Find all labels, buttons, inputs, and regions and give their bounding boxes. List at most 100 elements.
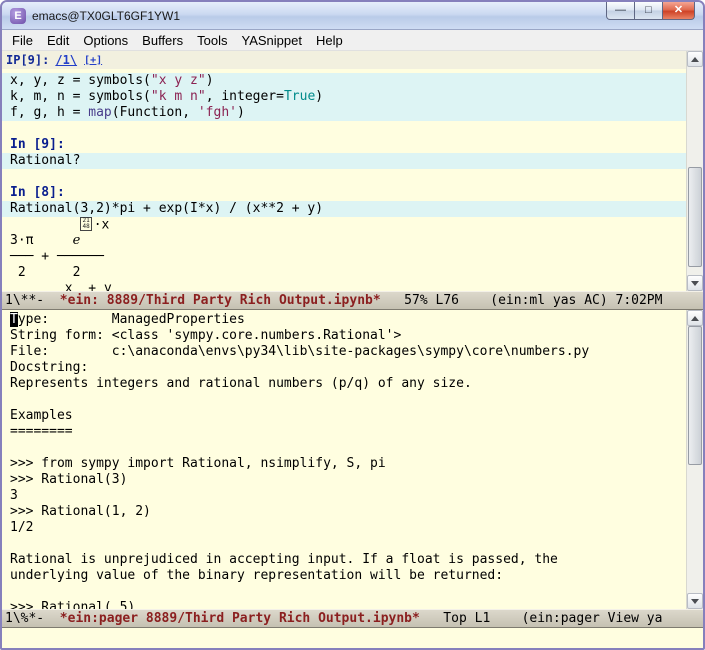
pager-line[interactable]: >>> Rational(3) [2, 472, 686, 488]
hexbox-row: 48 [82, 223, 90, 230]
text-run: x, y, z = symbols( [10, 73, 151, 88]
notebook-line[interactable]: In [8]: [2, 185, 686, 201]
text-run: 3 [10, 488, 18, 503]
notebook-scrollbar[interactable] [686, 51, 703, 291]
text-run: >>> Rational(3) [10, 472, 128, 487]
notebook-line[interactable] [2, 169, 686, 185]
scrollbar-track[interactable] [687, 67, 703, 275]
text-run: 1\%*- [5, 611, 60, 626]
notebook-line[interactable]: Rational? [2, 153, 686, 169]
notebook-buffer[interactable]: x, y, z = symbols("x y z") k, m, n = symb… [2, 69, 686, 291]
pager-line[interactable]: ======== [2, 424, 686, 440]
menu-item-help[interactable]: Help [309, 31, 350, 50]
pager-line[interactable]: >>> from sympy import Rational, nsimplif… [2, 456, 686, 472]
menu-bar: File Edit Options Buffers Tools YASnippet Help [2, 30, 703, 51]
pager-line[interactable]: Represents integers and rational numbers… [2, 376, 686, 392]
pager-line[interactable] [2, 440, 686, 456]
text-run: (Function, [111, 105, 198, 120]
pager-line[interactable] [2, 392, 686, 408]
worksheet-tab[interactable]: /1\ [55, 53, 77, 67]
notebook-line[interactable]: ─── + ────── [2, 249, 686, 265]
text-run: >>> from sympy import Rational, nsimplif… [10, 456, 386, 471]
maximize-button[interactable]: □ [634, 2, 663, 20]
new-worksheet-button[interactable]: [+] [84, 55, 102, 66]
arrow-down-icon [691, 598, 699, 604]
pager-line[interactable]: String form: <class 'sympy.core.numbers.… [2, 328, 686, 344]
text-run: "x y z" [150, 73, 206, 88]
pager-line[interactable]: 3 [2, 488, 686, 504]
notebook-line[interactable]: 3·π e [2, 233, 686, 249]
text-run: ======== [10, 424, 73, 439]
notebook-line[interactable]: 21 48 ·x [2, 217, 686, 233]
text-run: underlying value of the binary represent… [10, 568, 504, 583]
notebook-line[interactable]: Rational(3,2)*pi + exp(I*x) / (x**2 + y) [2, 201, 686, 217]
text-run: File: c:\anaconda\envs\py34\lib\site-pac… [10, 344, 590, 359]
maximize-icon: □ [645, 4, 652, 16]
minimize-icon: — [615, 4, 626, 16]
pager-buffer[interactable]: Type: ManagedProperties String form: <cla… [2, 310, 686, 609]
menu-item-tools[interactable]: Tools [190, 31, 234, 50]
scrollbar-track[interactable] [687, 326, 703, 593]
text-run: In [9]: [10, 137, 65, 152]
scroll-down-button[interactable] [687, 593, 703, 609]
text-run: >>> Rational(.5) [10, 600, 136, 609]
notebook-line[interactable]: k, m, n = symbols("k m n", integer=True) [2, 89, 686, 105]
text-run: k, m, n = symbols( [10, 89, 151, 104]
minibuffer[interactable] [2, 628, 703, 648]
pager-line[interactable]: Rational is unprejudiced in accepting in… [2, 552, 686, 568]
text-run: e [72, 233, 81, 248]
pager-line[interactable]: File: c:\anaconda\envs\py34\lib\site-pac… [2, 344, 686, 360]
mode-line-notebook[interactable]: 1\**- *ein: 8889/Third Party Rich Output… [2, 291, 703, 310]
text-run: T [10, 312, 18, 327]
text-run: Rational is unprejudiced in accepting in… [10, 552, 558, 567]
pager-line[interactable] [2, 584, 686, 600]
close-button[interactable]: ✕ [662, 2, 695, 20]
arrow-up-icon [691, 315, 699, 321]
menu-item-yasnippet[interactable]: YASnippet [234, 31, 308, 50]
text-run: ype: ManagedProperties [17, 312, 245, 327]
scrollbar-thumb[interactable] [688, 326, 702, 465]
close-icon: ✕ [673, 4, 684, 16]
text-run: ) [315, 89, 324, 104]
notebook-header-line: IP[9]: /1\ [+] [2, 51, 686, 69]
notebook-window: IP[9]: /1\ [+] x, y, z = symbols("x y z"… [2, 51, 703, 291]
menu-item-file[interactable]: File [5, 31, 40, 50]
notebook-line[interactable] [2, 121, 686, 137]
pager-line[interactable]: >>> Rational(1, 2) [2, 504, 686, 520]
text-run: "k m n" [150, 89, 206, 104]
pager-line[interactable]: 1/2 [2, 520, 686, 536]
menu-item-edit[interactable]: Edit [40, 31, 76, 50]
pager-scrollbar[interactable] [686, 310, 703, 609]
notebook-line[interactable]: x, y, z = symbols("x y z") [2, 73, 686, 89]
notebook-line[interactable]: In [9]: [2, 137, 686, 153]
pager-line[interactable]: >>> Rational(.5) [2, 600, 686, 609]
kernel-indicator: IP[9]: [6, 53, 50, 67]
text-run: 'fgh' [197, 105, 237, 120]
scroll-up-button[interactable] [687, 310, 703, 326]
mode-line-pager[interactable]: 1\%*- *ein:pager 8889/Third Party Rich O… [2, 609, 703, 628]
window-controls: — □ ✕ [606, 2, 695, 20]
text-run: 57% L76 (ein:ml yas AC) 7:02PM [380, 293, 663, 308]
text-run: In [8]: [10, 185, 65, 200]
notebook-column: IP[9]: /1\ [+] x, y, z = symbols("x y z"… [2, 51, 686, 291]
text-run: >>> Rational(1, 2) [10, 504, 151, 519]
notebook-line[interactable]: 2 2 [2, 265, 686, 281]
text-run: , integer= [205, 89, 284, 104]
scroll-down-button[interactable] [687, 275, 703, 291]
text-run: Rational? [10, 153, 81, 168]
notebook-line[interactable]: x + y [2, 281, 686, 291]
minimize-button[interactable]: — [606, 2, 635, 20]
pager-line[interactable] [2, 536, 686, 552]
scroll-up-button[interactable] [687, 51, 703, 67]
title-bar[interactable]: E emacs@TX0GLT6GF1YW1 — □ ✕ [2, 2, 703, 30]
pager-line[interactable]: Docstring: [2, 360, 686, 376]
pager-line[interactable]: underlying value of the binary represent… [2, 568, 686, 584]
pager-line[interactable]: Examples [2, 408, 686, 424]
scrollbar-thumb[interactable] [688, 166, 702, 267]
menu-item-options[interactable]: Options [76, 31, 135, 50]
text-run: Examples [10, 408, 73, 423]
notebook-line[interactable]: f, g, h = map(Function, 'fgh') [2, 105, 686, 121]
text-run: Represents integers and rational numbers… [10, 376, 472, 391]
pager-line[interactable]: Type: ManagedProperties [2, 312, 686, 328]
menu-item-buffers[interactable]: Buffers [135, 31, 190, 50]
